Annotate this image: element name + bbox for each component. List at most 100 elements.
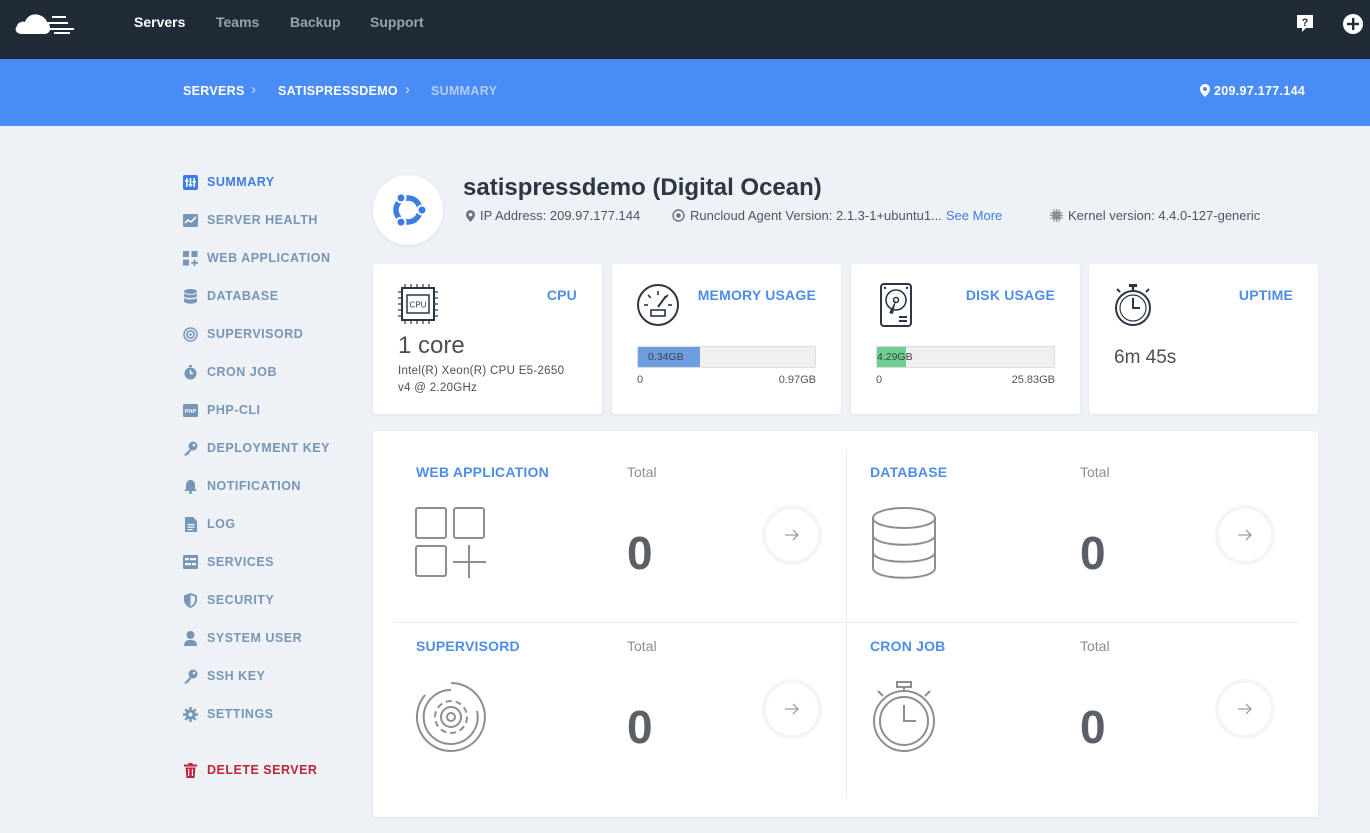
add-icon[interactable] bbox=[1342, 13, 1364, 35]
disk-card: DISK USAGE 4.29GB 0 25.83GB bbox=[851, 264, 1080, 414]
cron-job-icon bbox=[183, 364, 198, 380]
disk-title: DISK USAGE bbox=[965, 287, 1055, 303]
supervisord-icon bbox=[415, 682, 486, 752]
breadcrumb-servers[interactable]: SERVERS bbox=[183, 84, 245, 98]
chip-icon bbox=[1050, 209, 1063, 222]
sidebar-item-label: SECURITY bbox=[207, 593, 275, 607]
tile-total-label: Total bbox=[627, 638, 657, 654]
tile-total-label: Total bbox=[627, 464, 657, 480]
cloud-logo-icon[interactable] bbox=[14, 10, 76, 36]
map-pin-icon bbox=[466, 209, 475, 222]
disk-min: 0 bbox=[876, 374, 883, 386]
sidebar-item-database[interactable]: DATABASE bbox=[183, 288, 279, 304]
help-icon[interactable]: ? bbox=[1295, 13, 1315, 33]
disk-max: 25.83GB bbox=[1011, 374, 1055, 386]
memory-used: 0.34GB bbox=[648, 351, 684, 363]
disk-progress-bar: 4.29GB bbox=[876, 346, 1055, 368]
tile-database-title[interactable]: DATABASE bbox=[870, 464, 947, 480]
delete-server-button[interactable]: DELETE SERVER bbox=[183, 762, 317, 778]
arrow-right-icon bbox=[785, 529, 799, 541]
key-icon bbox=[183, 669, 198, 684]
user-icon bbox=[183, 630, 198, 646]
hard-disk-icon bbox=[880, 283, 912, 327]
sidebar-item-notification[interactable]: NOTIFICATION bbox=[183, 478, 301, 494]
cpu-cores: 1 core bbox=[398, 332, 465, 359]
sidebar-item-label: SERVER HEALTH bbox=[207, 213, 318, 227]
web-application-icon bbox=[183, 250, 198, 266]
memory-card: MEMORY USAGE 0.34GB 0 0.97GB bbox=[612, 264, 841, 414]
cpu-model: Intel(R) Xeon(R) CPU E5-2650 v4 @ 2.20GH… bbox=[398, 365, 565, 394]
cpu-card: CPU CPU 1 core Intel(R) Xeon(R) CPU E5-2… bbox=[373, 264, 602, 414]
sidebar-item-label: SYSTEM USER bbox=[207, 631, 303, 645]
server-ip-meta: IP Address: 209.97.177.144 bbox=[466, 208, 640, 223]
arrow-right-icon bbox=[1238, 703, 1252, 715]
sidebar-item-label: LOG bbox=[207, 517, 236, 531]
sidebar-item-log[interactable]: LOG bbox=[183, 516, 236, 532]
key-icon bbox=[183, 441, 198, 456]
nav-backup[interactable]: Backup bbox=[290, 14, 341, 30]
uptime-title: UPTIME bbox=[1238, 287, 1293, 303]
web-application-arrow-button[interactable] bbox=[766, 509, 818, 561]
sidebar-item-supervisord[interactable]: SUPERVISORD bbox=[183, 326, 303, 342]
breadcrumb-server-name[interactable]: SATISPRESSDEMO bbox=[278, 84, 398, 98]
sidebar-item-label: SSH KEY bbox=[207, 669, 266, 683]
sidebar-item-ssh-key[interactable]: SSH KEY bbox=[183, 668, 265, 684]
sidebar-item-summary[interactable]: SUMMARY bbox=[183, 174, 275, 190]
sidebar-item-settings[interactable]: SETTINGS bbox=[183, 706, 274, 722]
nav-teams[interactable]: Teams bbox=[216, 14, 259, 30]
uptime-value: 6m 45s bbox=[1114, 347, 1177, 368]
sidebar-item-label: SUPERVISORD bbox=[207, 327, 304, 341]
sidebar-item-web-application[interactable]: WEB APPLICATION bbox=[183, 250, 330, 266]
tile-web-application-title[interactable]: WEB APPLICATION bbox=[416, 464, 549, 480]
nav-support[interactable]: Support bbox=[370, 14, 424, 30]
kernel-version: Kernel version: 4.4.0-127-generic bbox=[1068, 208, 1261, 223]
breadcrumb-separator: › bbox=[405, 81, 410, 98]
sidebar-item-deployment-key[interactable]: DEPLOYMENT KEY bbox=[183, 440, 330, 456]
map-pin-icon bbox=[1200, 84, 1210, 97]
summary-icon bbox=[183, 174, 198, 190]
sidebar-item-services[interactable]: SERVICES bbox=[183, 554, 274, 570]
top-navbar: Servers Teams Backup Support ? bbox=[0, 0, 1370, 59]
breadcrumb-separator: › bbox=[251, 81, 256, 98]
supervisord-arrow-button[interactable] bbox=[766, 683, 818, 735]
arrow-right-icon bbox=[785, 703, 799, 715]
tile-total-label: Total bbox=[1080, 638, 1110, 654]
memory-min: 0 bbox=[637, 374, 644, 386]
services-icon bbox=[183, 555, 198, 570]
nav-servers[interactable]: Servers bbox=[134, 14, 185, 30]
divider bbox=[846, 449, 847, 799]
sidebar-item-security[interactable]: SECURITY bbox=[183, 592, 274, 608]
database-count: 0 bbox=[1080, 527, 1106, 579]
tile-supervisord-title[interactable]: SUPERVISORD bbox=[416, 638, 520, 654]
agent-version-meta: Runcloud Agent Version: 2.1.3-1+ubuntu1.… bbox=[672, 208, 1002, 223]
database-arrow-button[interactable] bbox=[1219, 509, 1271, 561]
svg-text:?: ? bbox=[1302, 17, 1309, 29]
see-more-link[interactable]: See More bbox=[946, 208, 1002, 223]
page-title: satispressdemo (Digital Ocean) bbox=[463, 174, 822, 201]
target-icon bbox=[672, 209, 685, 222]
web-application-count: 0 bbox=[627, 527, 653, 579]
sidebar-item-php-cli[interactable]: PHP PHP-CLI bbox=[183, 402, 261, 418]
bell-icon bbox=[183, 479, 198, 494]
sidebar-item-label: NOTIFICATION bbox=[207, 479, 301, 493]
svg-text:PHP: PHP bbox=[185, 409, 197, 415]
sidebar-item-server-health[interactable]: SERVER HEALTH bbox=[183, 212, 318, 228]
server-os-avatar bbox=[373, 175, 443, 245]
gear-icon bbox=[183, 706, 198, 722]
supervisord-count: 0 bbox=[627, 701, 653, 753]
summary-panel: WEB APPLICATION Total 0 DATABASE Total 0… bbox=[373, 431, 1318, 817]
cron-job-arrow-button[interactable] bbox=[1219, 683, 1271, 735]
sidebar-item-system-user[interactable]: SYSTEM USER bbox=[183, 630, 302, 646]
ubuntu-logo-icon bbox=[390, 192, 428, 228]
server-ip-address: IP Address: 209.97.177.144 bbox=[480, 208, 641, 223]
supervisord-icon bbox=[183, 326, 198, 342]
uptime-card: UPTIME 6m 45s bbox=[1089, 264, 1318, 414]
sidebar-item-label: DATABASE bbox=[207, 289, 279, 303]
server-health-icon bbox=[183, 213, 198, 228]
tile-cron-job-title[interactable]: CRON JOB bbox=[870, 638, 946, 654]
sidebar-item-label: SERVICES bbox=[207, 555, 274, 569]
sidebar-item-cron-job[interactable]: CRON JOB bbox=[183, 364, 277, 380]
server-ip: 209.97.177.144 bbox=[1200, 84, 1305, 98]
log-icon bbox=[183, 516, 198, 532]
database-icon bbox=[872, 507, 936, 579]
